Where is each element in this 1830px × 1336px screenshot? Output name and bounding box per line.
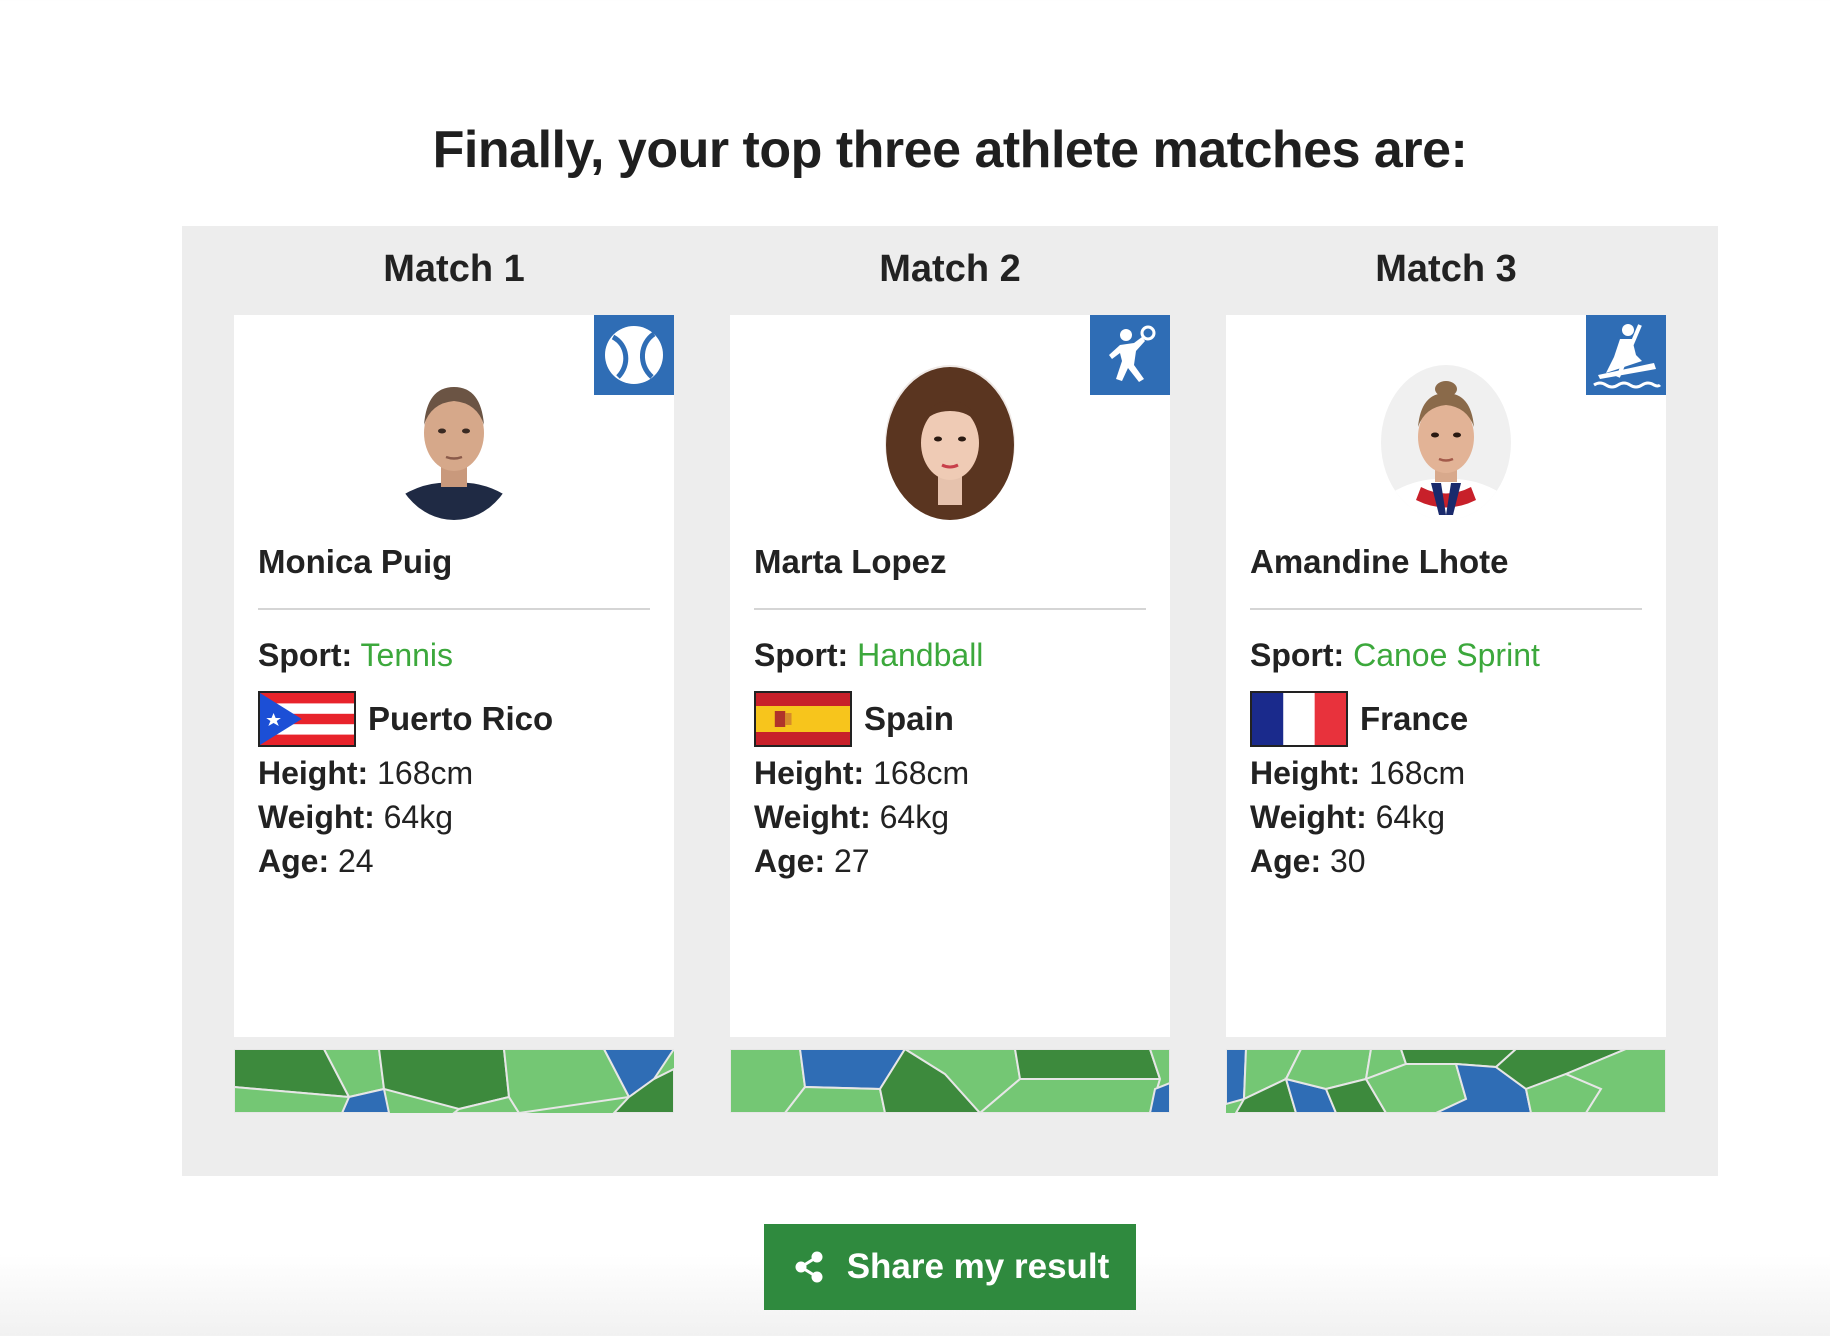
weight-stat: Weight: 64kg (754, 799, 949, 836)
mosaic-pattern (234, 1049, 674, 1113)
athlete-card[interactable]: Monica Puig Sport: Tennis Puerto Rico He… (234, 315, 674, 1037)
athlete-card[interactable]: Marta Lopez Sport: Handball Spain Height… (730, 315, 1170, 1037)
age-stat: Age: 27 (754, 843, 870, 880)
tennis-ball-icon (594, 315, 674, 395)
athlete-name: Amandine Lhote (1250, 543, 1509, 580)
match-column-3: Match 3 Amandine Lhote Sport: Canoe Spri… (1226, 226, 1666, 1176)
weight-label: Weight: (1250, 799, 1367, 835)
height-value: 168cm (873, 755, 970, 791)
divider (1250, 608, 1642, 610)
match-column-1: Match 1 Monica Puig Sport: Tennis Puerto… (234, 226, 674, 1176)
handball-player-icon (1090, 315, 1170, 395)
country-name: Spain (864, 700, 954, 737)
match-heading: Match 1 (383, 248, 525, 290)
athlete-avatar (885, 365, 1015, 520)
sport-label: Sport: (754, 637, 849, 673)
height-stat: Height: 168cm (1250, 755, 1465, 792)
age-label: Age: (258, 843, 330, 879)
sport-line: Sport: Canoe Sprint (1250, 637, 1540, 674)
age-label: Age: (754, 843, 826, 879)
matches-panel: Match 1 Monica Puig Sport: Tennis Puerto… (182, 226, 1718, 1176)
sport-line: Sport: Handball (754, 637, 983, 674)
age-value: 27 (834, 843, 870, 879)
mosaic-pattern (1226, 1049, 1666, 1113)
puerto-rico-flag (258, 691, 356, 747)
match-column-2: Match 2 Marta Lopez Sport: Handball Spai… (730, 226, 1170, 1176)
sport-value[interactable]: Tennis (361, 637, 454, 673)
sport-value[interactable]: Canoe Sprint (1353, 637, 1540, 673)
height-stat: Height: 168cm (258, 755, 473, 792)
share-result-button[interactable]: Share my result (764, 1224, 1136, 1310)
height-value: 168cm (1369, 755, 1466, 791)
france-flag (1250, 691, 1348, 747)
match-heading: Match 2 (879, 248, 1021, 290)
country-row: Puerto Rico (258, 690, 553, 748)
age-stat: Age: 30 (1250, 843, 1366, 880)
age-label: Age: (1250, 843, 1322, 879)
height-stat: Height: 168cm (754, 755, 969, 792)
age-stat: Age: 24 (258, 843, 374, 880)
athlete-name: Monica Puig (258, 543, 453, 580)
country-row: Spain (754, 690, 954, 748)
weight-value: 64kg (879, 799, 949, 835)
sport-label: Sport: (258, 637, 353, 673)
age-value: 24 (338, 843, 374, 879)
height-label: Height: (1250, 755, 1361, 791)
canoe-paddler-icon (1586, 315, 1666, 395)
country-name: Puerto Rico (368, 700, 554, 737)
share-button-label: Share my result (846, 1247, 1110, 1286)
athlete-card[interactable]: Amandine Lhote Sport: Canoe Sprint Franc… (1226, 315, 1666, 1037)
sport-value[interactable]: Handball (857, 637, 983, 673)
sport-label: Sport: (1250, 637, 1345, 673)
mosaic-pattern (730, 1049, 1170, 1113)
weight-stat: Weight: 64kg (1250, 799, 1445, 836)
country-row: France (1250, 690, 1468, 748)
match-heading: Match 3 (1375, 248, 1517, 290)
athlete-avatar (389, 365, 519, 520)
weight-value: 64kg (383, 799, 453, 835)
country-name: France (1360, 700, 1469, 737)
weight-label: Weight: (258, 799, 375, 835)
athlete-name: Marta Lopez (754, 543, 947, 580)
divider (258, 608, 650, 610)
divider (754, 608, 1146, 610)
sport-line: Sport: Tennis (258, 637, 453, 674)
height-label: Height: (258, 755, 369, 791)
athlete-avatar (1381, 365, 1511, 520)
page-title: Finally, your top three athlete matches … (432, 121, 1468, 179)
age-value: 30 (1330, 843, 1366, 879)
weight-label: Weight: (754, 799, 871, 835)
spain-flag (754, 691, 852, 747)
weight-value: 64kg (1375, 799, 1445, 835)
height-label: Height: (754, 755, 865, 791)
height-value: 168cm (377, 755, 474, 791)
weight-stat: Weight: 64kg (258, 799, 453, 836)
share-icon (795, 1251, 823, 1283)
